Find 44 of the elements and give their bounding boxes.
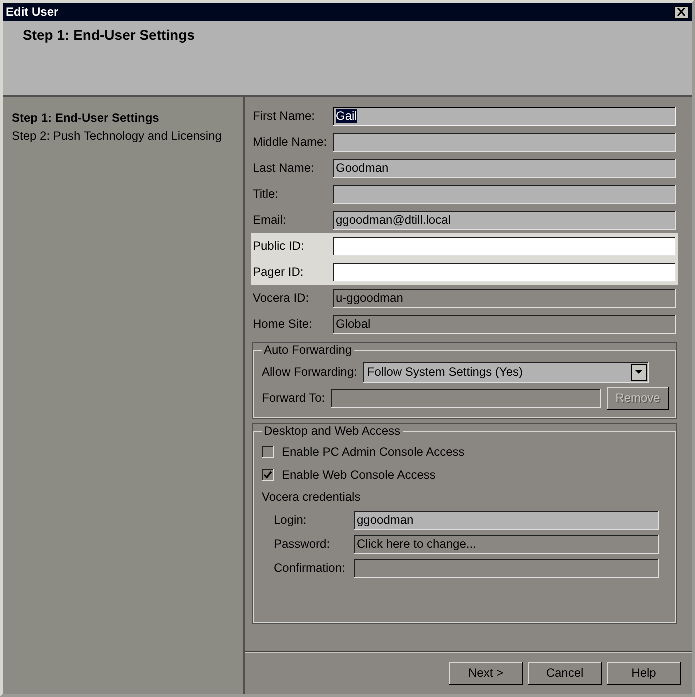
dialog-button[interactable]: Cancel (528, 662, 602, 684)
step-heading: Step 1: End-User Settings (23, 27, 196, 43)
field-label: Password: (274, 537, 332, 551)
field-label: Home Site: (253, 317, 314, 331)
input-field[interactable]: ggoodman (354, 510, 659, 530)
input-field[interactable] (333, 132, 676, 152)
input-field[interactable] (333, 236, 676, 256)
field-label: Public ID: (253, 239, 306, 253)
input-field[interactable] (333, 184, 676, 204)
input-field[interactable]: Global (333, 314, 676, 334)
checkbox[interactable] (262, 446, 274, 458)
checkbox-label: Enable PC Admin Console Access (282, 444, 465, 458)
field-label: Vocera ID: (253, 291, 310, 305)
dialog-button[interactable]: Next > (449, 662, 523, 684)
step-item[interactable]: Step 1: End-User Settings (12, 111, 234, 125)
step-item[interactable]: Step 2: Push Technology and Licensing (12, 129, 234, 143)
field-label: Middle Name: (253, 135, 328, 149)
input-field[interactable]: ggoodman@dtill.local (333, 210, 676, 230)
field-label: First Name: (253, 109, 316, 123)
field-label: Confirmation: (274, 561, 346, 575)
input-field[interactable]: Goodman (333, 158, 676, 178)
input-field[interactable]: u-ggoodman (333, 288, 676, 308)
group-title: Desktop and Web Access (263, 424, 402, 438)
field-label: Title: (253, 187, 280, 201)
input-field[interactable]: Click here to change... (354, 534, 659, 554)
field-label: Pager ID: (253, 265, 305, 279)
field-label: Allow Forwarding: (262, 365, 358, 379)
input-field[interactable] (354, 558, 659, 578)
field-label: Last Name: (253, 161, 316, 175)
group-title: Auto Forwarding (263, 343, 354, 357)
dropdown-arrow-icon (635, 370, 644, 374)
field-label: Email: (253, 213, 288, 227)
dialog-button[interactable]: Help (607, 662, 681, 684)
input-field[interactable]: Gail (333, 106, 676, 126)
field-label: Login: (274, 513, 308, 527)
input-field[interactable] (333, 262, 676, 282)
checkbox[interactable] (262, 468, 274, 480)
forwarding-dropdown[interactable]: Follow System Settings (Yes) (363, 362, 650, 382)
checkbox-label: Enable Web Console Access (282, 468, 436, 482)
section-label: Vocera credentials (262, 490, 361, 504)
close-button[interactable] (674, 6, 689, 18)
field-label: Forward To: (262, 391, 326, 405)
window-title: Edit User (6, 5, 59, 19)
close-icon (677, 8, 686, 16)
